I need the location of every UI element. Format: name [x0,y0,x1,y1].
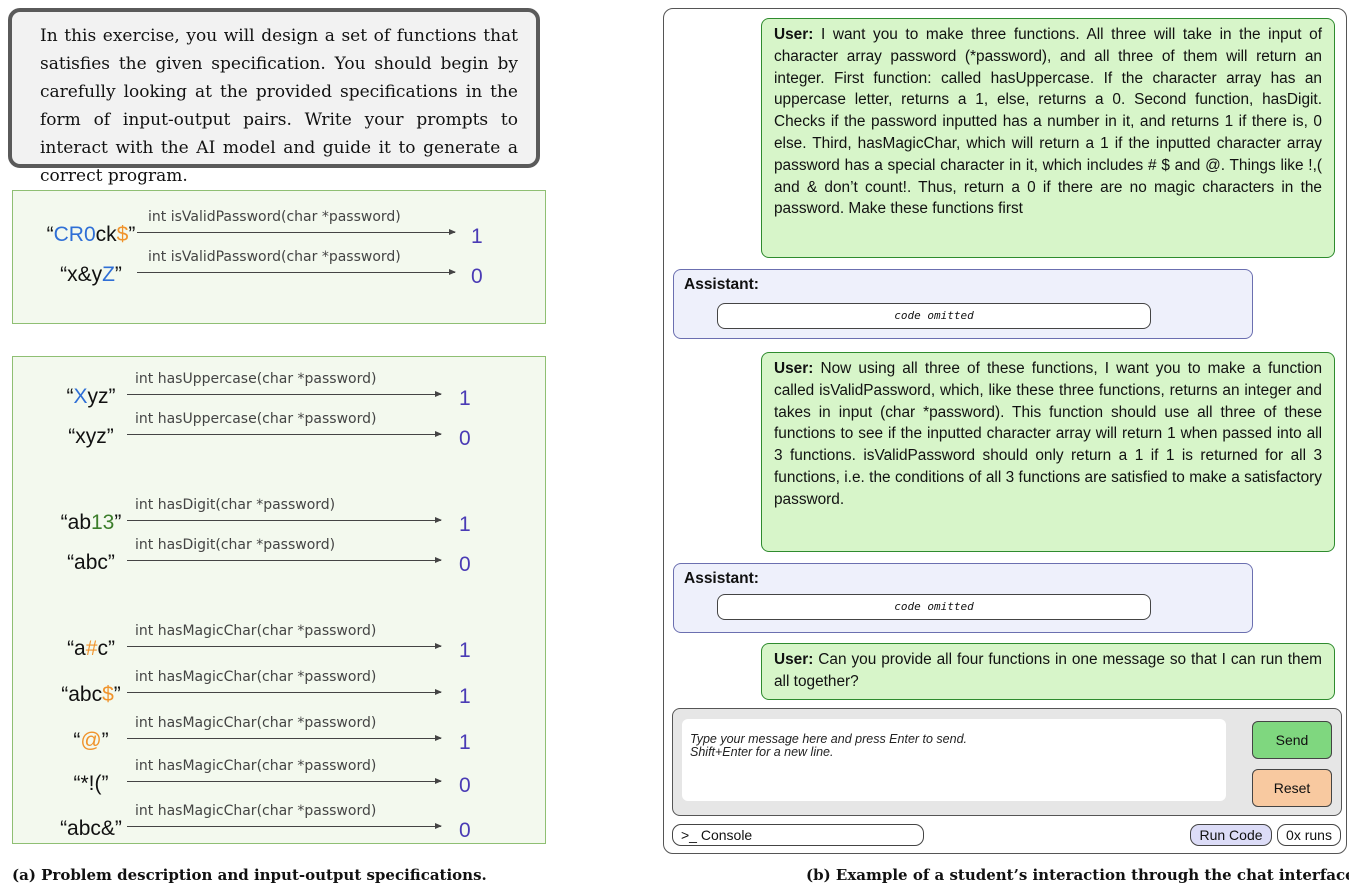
problem-description: In this exercise, you will design a set … [8,8,540,186]
input-segment: “a [67,637,86,660]
spec-function-signature: int hasDigit(char *password) [135,497,336,513]
run-code-button[interactable]: Run Code [1190,824,1272,846]
spec-row: “abc&” int hasMagicChar(char *password) 0 [13,797,545,847]
spec-function-signature: int hasMagicChar(char *password) [135,758,377,774]
user-label: User: [774,26,814,43]
input-segment: “xyz” [68,425,114,448]
spec-function-signature: int hasMagicChar(char *password) [135,623,377,639]
arrow-icon [127,823,442,829]
spec-function-signature: int hasMagicChar(char *password) [135,715,377,731]
runs-counter: 0x runs [1277,824,1341,846]
spec-box-isvalidpassword: “CR0ck$” int isValidPassword(char *passwo… [12,190,546,324]
assistant-message-1: Assistant: code omitted [673,269,1253,339]
input-segment: $ [102,683,114,706]
send-button[interactable]: Send [1252,721,1332,759]
input-segment: “abc&” [60,817,122,840]
message-composer: Type your message here and press Enter t… [672,708,1342,816]
spec-function-signature: int isValidPassword(char *password) [148,209,401,225]
spec-function-signature: int hasUppercase(char *password) [135,411,377,427]
spec-row: “x&yZ” int isValidPassword(char *password… [13,243,545,293]
assistant-label: Assistant: [684,570,759,587]
spec-row: “a#c” int hasMagicChar(char *password) 1 [13,617,545,667]
spec-row: “xyz” int hasUppercase(char *password) 0 [13,405,545,455]
input-segment: @ [80,729,102,752]
spec-output: 1 [459,639,471,662]
message-text: Now using all three of these functions, … [774,360,1322,508]
spec-input: “abc&” [31,817,151,841]
input-segment: c” [97,637,115,660]
arrow-icon [127,431,442,437]
caption-right: (b) Example of a student’s interaction t… [806,866,1349,884]
arrow-icon [127,517,442,523]
spec-function-signature: int hasMagicChar(char *password) [135,669,377,685]
arrow-icon [137,269,456,275]
user-label: User: [774,360,814,377]
user-message-2: User: Now using all three of these funct… [761,352,1335,552]
arrow-icon [127,778,442,784]
spec-function-signature: int isValidPassword(char *password) [148,249,401,265]
assistant-label: Assistant: [684,276,759,293]
spec-row: “abc” int hasDigit(char *password) 0 [13,531,545,581]
arrow-icon [127,735,442,741]
spec-input: “*!(” [31,772,151,796]
code-omitted-block: code omitted [717,303,1151,329]
spec-row: “abc$” int hasMagicChar(char *password) 1 [13,663,545,713]
spec-input: “x&yZ” [31,263,151,287]
input-segment: “abc [61,683,103,706]
spec-output: 0 [471,265,483,288]
spec-input: “@” [31,729,151,753]
caption-left: (a) Problem description and input-output… [12,866,487,884]
assistant-message-2: Assistant: code omitted [673,563,1253,633]
input-segment: “abc” [67,551,115,574]
reset-button[interactable]: Reset [1252,769,1332,807]
spec-input: “xyz” [31,425,151,449]
spec-output: 0 [459,427,471,450]
spec-function-signature: int hasUppercase(char *password) [135,371,377,387]
spec-output: 1 [459,685,471,708]
input-segment: Z [102,263,115,286]
placeholder-line-2: Shift+Enter for a new line. [690,745,834,759]
user-message-1: User: I want you to make three functions… [761,18,1335,258]
user-message-3: User: Can you provide all four functions… [761,643,1335,700]
console-toggle[interactable]: >_ Console [672,824,924,846]
arrow-icon [127,557,442,563]
input-segment: ” [114,263,122,286]
spec-input: “a#c” [31,637,151,661]
spec-input: “abc$” [31,683,151,707]
spec-box-helper-functions: “Xyz” int hasUppercase(char *password) 1 “x… [12,356,546,844]
input-segment: “x&y [60,263,103,286]
input-segment: ” [113,683,121,706]
user-label: User: [774,651,814,668]
arrow-icon [137,229,456,235]
spec-output: 0 [459,819,471,842]
message-input[interactable]: Type your message here and press Enter t… [682,719,1226,801]
message-text: Can you provide all four functions in on… [774,651,1322,690]
spec-input: “abc” [31,551,151,575]
spec-function-signature: int hasDigit(char *password) [135,537,336,553]
arrow-icon [127,689,442,695]
input-segment: # [85,637,98,660]
spec-row: “*!(” int hasMagicChar(char *password) 0 [13,752,545,802]
code-omitted-block: code omitted [717,594,1151,620]
message-text: I want you to make three functions. All … [774,26,1322,218]
spec-function-signature: int hasMagicChar(char *password) [135,803,377,819]
input-segment: ” [101,729,109,752]
spec-output: 0 [459,553,471,576]
arrow-icon [127,391,442,397]
arrow-icon [127,643,442,649]
input-segment: “*!(” [73,772,109,795]
spec-output: 0 [459,774,471,797]
